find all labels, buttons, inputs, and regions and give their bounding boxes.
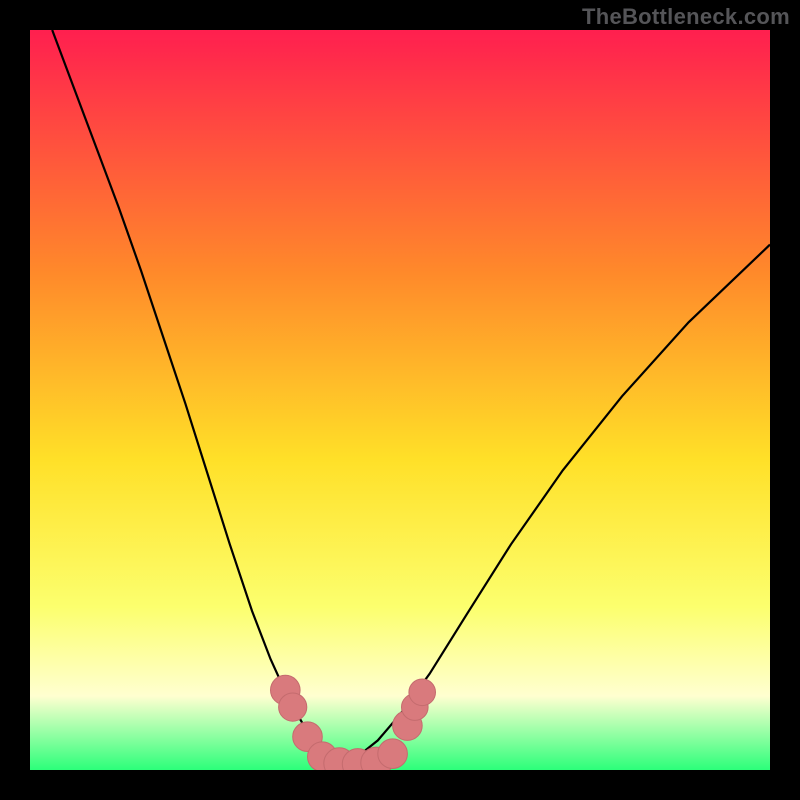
- data-marker: [409, 679, 436, 706]
- plot-area: [30, 30, 770, 770]
- chart-svg: [30, 30, 770, 770]
- data-marker: [378, 739, 408, 769]
- chart-frame: TheBottleneck.com: [0, 0, 800, 800]
- data-marker: [279, 693, 307, 721]
- gradient-background: [30, 30, 770, 770]
- watermark-text: TheBottleneck.com: [582, 4, 790, 30]
